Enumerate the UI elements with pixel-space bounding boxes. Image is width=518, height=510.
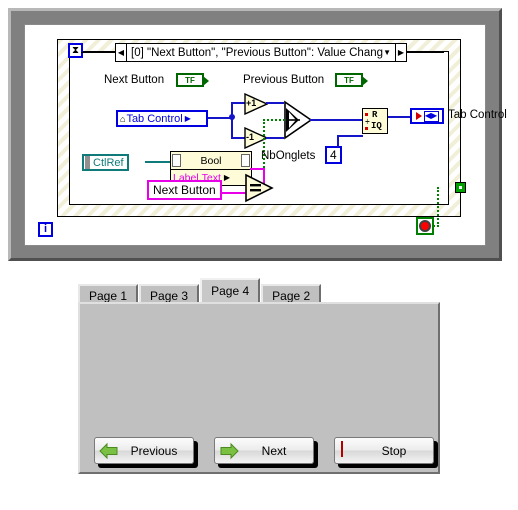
- tab-control-local-variable[interactable]: ◀▶: [410, 108, 444, 124]
- stop-button-terminal[interactable]: [416, 217, 434, 235]
- tab-page-content: Previous Next Stop: [78, 302, 440, 474]
- screenshot-root: ⧗ ◀ [0] "Next Button", "Previous Button"…: [0, 0, 518, 510]
- wire-to-increment: [231, 102, 245, 104]
- wire-qr-to-local: [388, 116, 411, 118]
- wire-select-out: [310, 119, 363, 121]
- stop-button-label: Stop: [381, 443, 407, 458]
- previous-button-label: Previous: [130, 443, 178, 458]
- nb-onglets-label: NbOnglets: [261, 150, 316, 162]
- tab-label: Page 3: [150, 288, 189, 303]
- qr-input-dot-bottom: [365, 127, 368, 130]
- event-prev-case-arrow[interactable]: ◀: [116, 44, 127, 61]
- caret-glyph: ▼: [383, 48, 391, 57]
- tab-bar[interactable]: Page 1 Page 3 Page 4 Page 2: [78, 278, 322, 305]
- wire-branch-up: [231, 102, 233, 118]
- wire-to-decrement: [231, 137, 245, 139]
- quotient-remainder-node[interactable]: ÷ R IQ: [362, 108, 388, 134]
- right-arrow-glyph: ▶: [184, 114, 191, 123]
- previous-button-label: Previous Button: [243, 74, 325, 86]
- hourglass-icon[interactable]: ⧗: [68, 43, 83, 58]
- tab-control-read-node[interactable]: ⌂ Tab Control ▶: [116, 110, 208, 127]
- stop-button[interactable]: Stop: [334, 437, 434, 464]
- reference-glyph-right: [241, 154, 250, 167]
- stop-square-icon: [339, 440, 359, 460]
- wire-ctlref-to-propnode: [145, 161, 171, 163]
- next-button-string-constant[interactable]: Next Button: [147, 180, 222, 200]
- arrow-left-svg: [99, 442, 118, 459]
- event-header-line-left: [81, 52, 116, 53]
- stop-indicator-icon: [419, 220, 431, 232]
- next-button[interactable]: Next: [214, 437, 314, 464]
- tab-page-4[interactable]: Page 4: [200, 278, 261, 302]
- ctlref-terminal[interactable]: CtlRef: [82, 154, 129, 171]
- right-arrow-glyph: ▶: [397, 47, 405, 57]
- loop-tunnel[interactable]: [455, 182, 466, 193]
- write-arrow-icon: [415, 112, 422, 120]
- event-next-case-arrow[interactable]: ▶: [395, 44, 406, 61]
- qr-input-dot-top: [365, 113, 368, 116]
- next-button-terminal[interactable]: TF: [176, 73, 209, 87]
- tab-label: Page 1: [89, 288, 128, 303]
- stop-square-shape: [341, 440, 343, 457]
- reference-glyph-left: [172, 154, 181, 167]
- home-icon: ⌂: [120, 113, 126, 124]
- wire-branch-down: [231, 117, 233, 139]
- decrement-label: -1: [246, 132, 255, 142]
- block-diagram-window: ⧗ ◀ [0] "Next Button", "Previous Button"…: [8, 8, 507, 261]
- local-variable-glyph: ◀▶: [423, 110, 439, 122]
- qr-quotient-label: IQ: [371, 121, 382, 131]
- wire-selector-bool-horizontal: [263, 119, 285, 121]
- iteration-label: i: [43, 223, 48, 235]
- tf-text: TF: [185, 75, 195, 85]
- wire-inc-to-select: [266, 102, 284, 104]
- hourglass-glyph: ⧗: [71, 44, 80, 56]
- equal-node[interactable]: [244, 173, 274, 203]
- qr-remainder-label: R: [372, 110, 378, 120]
- property-node-class-row: Bool: [171, 152, 251, 169]
- property-node-class-label: Bool: [200, 154, 222, 167]
- terminal-grip: [85, 156, 90, 169]
- next-button-label: Next: [261, 443, 287, 458]
- chevron-down-icon[interactable]: ▼: [383, 48, 395, 57]
- event-case-selector[interactable]: ◀ [0] "Next Button", "Previous Button": …: [115, 43, 407, 62]
- arrow-left-icon: [99, 442, 119, 460]
- select-triangle: [284, 100, 313, 140]
- wire-dec-to-select: [266, 137, 284, 139]
- next-button-label: Next Button: [104, 74, 165, 86]
- tab-control-read-label: Tab Control: [126, 112, 183, 125]
- increment-label: +1: [246, 98, 257, 108]
- front-panel: Page 1 Page 3 Page 4 Page 2 Previous Nex…: [78, 278, 440, 474]
- tab-control-local-label: Tab Control: [448, 109, 507, 121]
- event-case-label: [0] "Next Button", "Previous Button": Va…: [131, 46, 384, 59]
- equal-triangle: [245, 173, 274, 203]
- arrow-right-icon: [219, 442, 239, 460]
- left-arrow-glyph: ◀: [117, 47, 125, 57]
- while-loop[interactable]: ⧗ ◀ [0] "Next Button", "Previous Button"…: [57, 39, 507, 217]
- select-node[interactable]: [283, 100, 313, 140]
- wire-const-to-qr: [337, 135, 363, 137]
- block-diagram-canvas[interactable]: ⧗ ◀ [0] "Next Button", "Previous Button"…: [24, 24, 507, 246]
- qr-divide-glyph: ÷: [365, 118, 370, 127]
- iteration-terminal[interactable]: i: [38, 222, 53, 237]
- event-header-line-right: [406, 52, 444, 53]
- nb-onglets-constant[interactable]: 4: [325, 146, 342, 164]
- wire-tunnel-to-stop-v: [437, 187, 439, 227]
- increment-node[interactable]: +1: [244, 93, 268, 115]
- ctlref-label: CtlRef: [93, 156, 124, 169]
- arrow-right-svg: [220, 442, 239, 459]
- previous-button[interactable]: Previous: [94, 437, 194, 464]
- right-arrow-glyph: ▶: [223, 173, 231, 182]
- tf-text: TF: [344, 75, 354, 85]
- previous-button-terminal[interactable]: TF: [335, 73, 368, 87]
- tab-label: Page 2: [272, 288, 311, 303]
- tab-label: Page 4: [211, 284, 250, 298]
